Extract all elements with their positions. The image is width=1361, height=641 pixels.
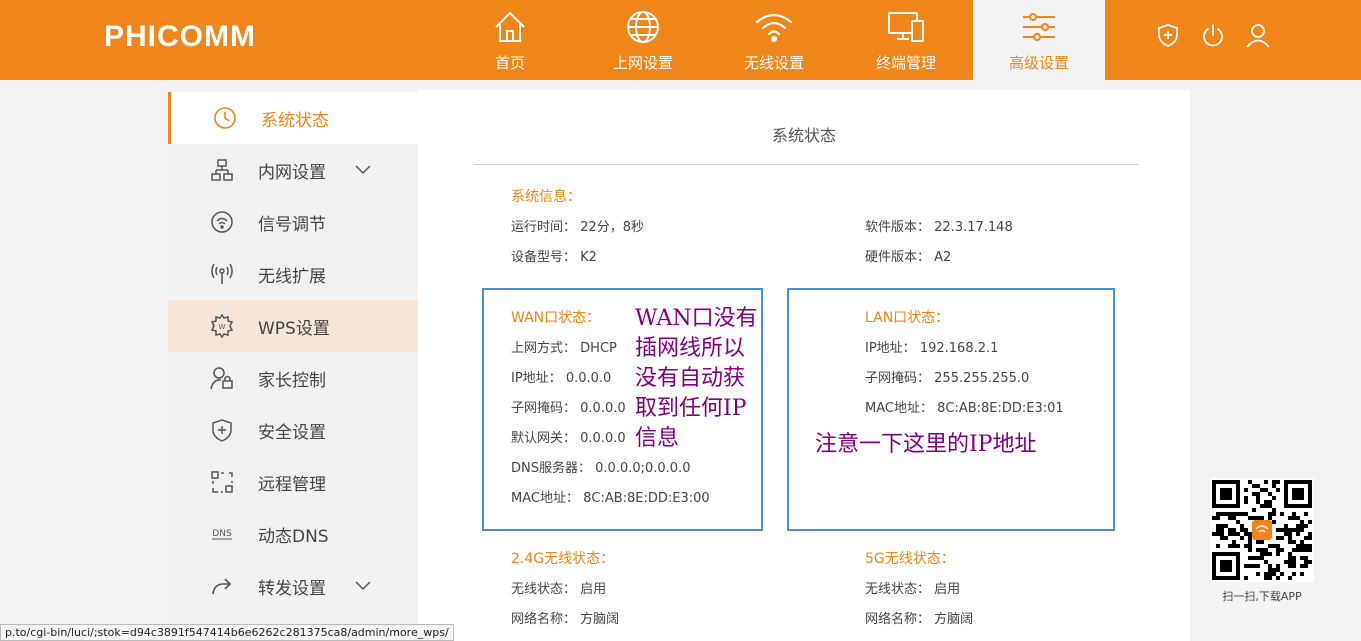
wifi24-status-value: 启用 — [580, 582, 607, 597]
wifi24-status-row: 无线状态： 启用 — [511, 578, 606, 597]
sidebar-item-system-status[interactable]: 系统状态 — [168, 92, 418, 144]
software-version-row: 软件版本： 22.3.17.148 — [865, 216, 1013, 235]
sidebar-item-label: 系统状态 — [261, 111, 329, 131]
software-value: 22.3.17.148 — [934, 220, 1013, 235]
phicomm-logo[interactable]: PHICOMM — [104, 20, 256, 54]
wifi5-status-row: 无线状态： 启用 — [865, 578, 960, 597]
sidebar-item-label: 无线扩展 — [258, 267, 326, 287]
wifi5-ssid-row: 网络名称： 方脑阔 — [865, 608, 973, 627]
wifi5-status-label: 无线状态： — [865, 582, 931, 597]
sidebar-item-label: WPS设置 — [258, 319, 330, 339]
wifi24-status-title: 2.4G无线状态： — [511, 551, 615, 567]
sidebar-item-label: 远程管理 — [258, 475, 326, 495]
wan-annotation-note: WAN口没有 插网线所以 没有自动获 取到任何IP 信息 — [635, 304, 758, 454]
wifi24-status-label: 无线状态： — [511, 582, 577, 597]
parent-lock-icon — [210, 367, 233, 390]
hardware-value: A2 — [934, 250, 952, 265]
svg-text:W: W — [219, 323, 226, 331]
forward-icon — [212, 578, 232, 595]
svg-text:DNS: DNS — [212, 529, 232, 539]
nav-home-label: 首页 — [494, 54, 525, 72]
wan-note-line: 插网线所以 — [635, 336, 746, 361]
wifi-icon — [755, 13, 793, 43]
page-title: 系统状态 — [771, 126, 836, 145]
sidebar-item-parental-control[interactable]: 家长控制 — [168, 352, 418, 404]
power-icon[interactable] — [1200, 22, 1226, 48]
shield-icon[interactable] — [1155, 22, 1181, 48]
wifi24-ssid-label: 网络名称： — [511, 612, 577, 627]
nav-device-management[interactable]: 终端管理 — [840, 0, 972, 80]
sidebar-item-dynamic-dns[interactable]: DNS 动态DNS — [168, 508, 418, 560]
top-header: PHICOMM 首页 上网设置 无线设置 终端管理 高级设置 — [0, 0, 1361, 80]
uptime-value: 22分，8秒 — [580, 220, 644, 235]
wan-note-line: 取到任何IP — [635, 396, 747, 421]
model-value: K2 — [580, 250, 597, 265]
sidebar-item-lan-settings[interactable]: 内网设置 — [168, 144, 418, 196]
wifi5-status-value: 启用 — [934, 582, 961, 597]
network-icon — [211, 159, 233, 181]
signal-icon — [211, 211, 233, 233]
system-info-title: 系统信息： — [511, 189, 581, 205]
antenna-icon — [211, 263, 233, 284]
nav-advanced-label: 高级设置 — [1008, 54, 1069, 72]
wan-note-line: WAN口没有 — [635, 306, 758, 331]
chevron-down-icon[interactable] — [354, 576, 372, 594]
hardware-version-row: 硬件版本： A2 — [865, 246, 951, 265]
dns-icon: DNS — [212, 529, 232, 540]
lan-annotation-box — [787, 288, 1115, 531]
sidebar-item-security-settings[interactable]: 安全设置 — [168, 404, 418, 456]
nav-home[interactable]: 首页 — [444, 0, 576, 80]
remote-icon — [211, 471, 233, 493]
software-label: 软件版本： — [865, 220, 931, 235]
sidebar-item-wps[interactable]: W WPS设置 — [168, 300, 418, 352]
wifi5-status-title: 5G无线状态： — [865, 551, 955, 567]
hardware-label: 硬件版本： — [865, 250, 931, 265]
chevron-down-icon[interactable] — [354, 160, 372, 178]
qr-code — [1210, 478, 1314, 582]
sidebar-item-remote-management[interactable]: 远程管理 — [168, 456, 418, 508]
wifi24-ssid-value: 方脑阔 — [580, 612, 620, 627]
uptime-label: 运行时间： — [511, 220, 577, 235]
sidebar-item-label: 家长控制 — [258, 371, 326, 391]
nav-advanced-settings[interactable]: 高级设置 — [973, 0, 1105, 80]
qr-caption: 扫一扫,下载APP — [1222, 590, 1302, 603]
shield-plus-icon — [212, 419, 232, 442]
home-icon — [495, 11, 525, 42]
browser-status-url: p.to/cgi-bin/luci/;stok=d94c3891f547414b… — [0, 624, 454, 641]
wifi5-ssid-value: 方脑阔 — [934, 612, 974, 627]
sliders-icon — [1023, 13, 1055, 41]
gear-icon: W — [210, 314, 234, 338]
wan-note-line: 没有自动获 — [635, 366, 746, 391]
model-row: 设备型号： K2 — [511, 246, 597, 265]
divider — [474, 164, 1138, 165]
nav-internet-settings[interactable]: 上网设置 — [577, 0, 709, 80]
nav-wireless-label: 无线设置 — [743, 54, 804, 72]
sidebar-item-wireless-extend[interactable]: 无线扩展 — [168, 248, 418, 300]
wifi24-ssid-row: 网络名称： 方脑阔 — [511, 608, 619, 627]
sidebar-item-label: 转发设置 — [258, 579, 326, 599]
wifi5-ssid-label: 网络名称： — [865, 612, 931, 627]
model-label: 设备型号： — [511, 250, 577, 265]
globe-icon — [627, 11, 659, 43]
wan-note-line: 信息 — [635, 426, 680, 451]
user-icon[interactable] — [1245, 22, 1271, 48]
clock-icon — [214, 107, 236, 129]
qr-code-image — [1212, 480, 1312, 580]
sidebar-item-forwarding[interactable]: 转发设置 — [168, 560, 418, 612]
sidebar: 系统状态 内网设置 信号调节 无线扩展 W WPS设置 家长控制 安全设置 远程… — [168, 90, 418, 641]
sidebar-item-label: 信号调节 — [258, 215, 326, 235]
nav-internet-label: 上网设置 — [612, 54, 673, 72]
sidebar-item-label: 动态DNS — [258, 527, 329, 547]
nav-devices-label: 终端管理 — [875, 54, 936, 72]
sidebar-item-signal-adjust[interactable]: 信号调节 — [168, 196, 418, 248]
nav-wireless-settings[interactable]: 无线设置 — [708, 0, 840, 80]
lan-annotation-note: 注意一下这里的IP地址 — [815, 432, 1037, 457]
devices-icon — [888, 12, 924, 42]
sidebar-item-label: 安全设置 — [258, 423, 326, 443]
sidebar-item-label: 内网设置 — [258, 163, 326, 183]
uptime-row: 运行时间： 22分，8秒 — [511, 216, 644, 235]
